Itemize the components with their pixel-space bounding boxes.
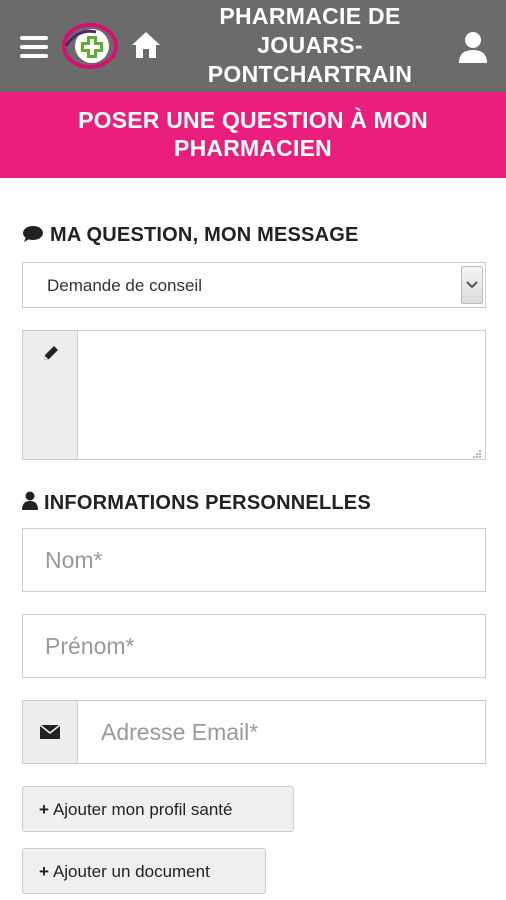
request-type-select[interactable]: Demande de conseil [22, 262, 486, 308]
comment-icon [22, 225, 44, 249]
message-textarea[interactable] [79, 331, 485, 459]
home-icon[interactable] [130, 30, 162, 60]
pharmacy-logo[interactable] [62, 22, 118, 70]
pencil-icon [41, 343, 61, 368]
last-name-placeholder: Nom* [45, 547, 103, 573]
app-title-line-2: JOUARS- [257, 32, 363, 58]
add-document-label: Ajouter un document [52, 862, 210, 881]
chevron-down-icon[interactable] [461, 266, 483, 304]
resize-handle-icon[interactable] [472, 446, 482, 458]
personal-section-label: INFORMATIONS PERSONNELLES [44, 492, 371, 514]
envelope-icon [39, 724, 61, 744]
app-title-line-1: PHARMACIE DE [219, 3, 401, 29]
last-name-field[interactable]: Nom* [22, 528, 486, 592]
banner-line-1: POSER UNE QUESTION À MON [78, 107, 428, 133]
app-title-line-3: PONTCHARTRAIN [207, 61, 413, 87]
question-section-title: MA QUESTION, MON MESSAGE [22, 224, 359, 249]
add-document-button[interactable]: + Ajouter un document [22, 848, 266, 894]
app-title: PHARMACIE DE JOUARS- PONTCHARTRAIN [176, 2, 444, 89]
email-field[interactable]: Adresse Email* [22, 700, 486, 764]
menu-icon[interactable] [20, 36, 48, 58]
user-icon[interactable] [458, 30, 488, 64]
personal-section-title: INFORMATIONS PERSONNELLES [22, 491, 371, 517]
request-type-value: Demande de conseil [47, 276, 202, 295]
user-icon [22, 491, 38, 517]
banner-line-2: PHARMACIEN [174, 135, 332, 161]
plus-icon: + [39, 862, 49, 881]
message-field-group [22, 330, 486, 460]
email-placeholder: Adresse Email* [101, 719, 259, 745]
first-name-placeholder: Prénom* [45, 633, 135, 659]
email-addon [23, 701, 78, 763]
add-health-profile-button[interactable]: + Ajouter mon profil santé [22, 786, 294, 832]
first-name-field[interactable]: Prénom* [22, 614, 486, 678]
question-section-label: MA QUESTION, MON MESSAGE [50, 224, 359, 246]
message-addon [23, 331, 78, 459]
plus-icon: + [39, 800, 49, 819]
add-health-profile-label: Ajouter mon profil santé [52, 800, 233, 819]
app-header: PHARMACIE DE JOUARS- PONTCHARTRAIN [0, 0, 506, 92]
page-banner: POSER UNE QUESTION À MON PHARMACIEN [0, 92, 506, 178]
